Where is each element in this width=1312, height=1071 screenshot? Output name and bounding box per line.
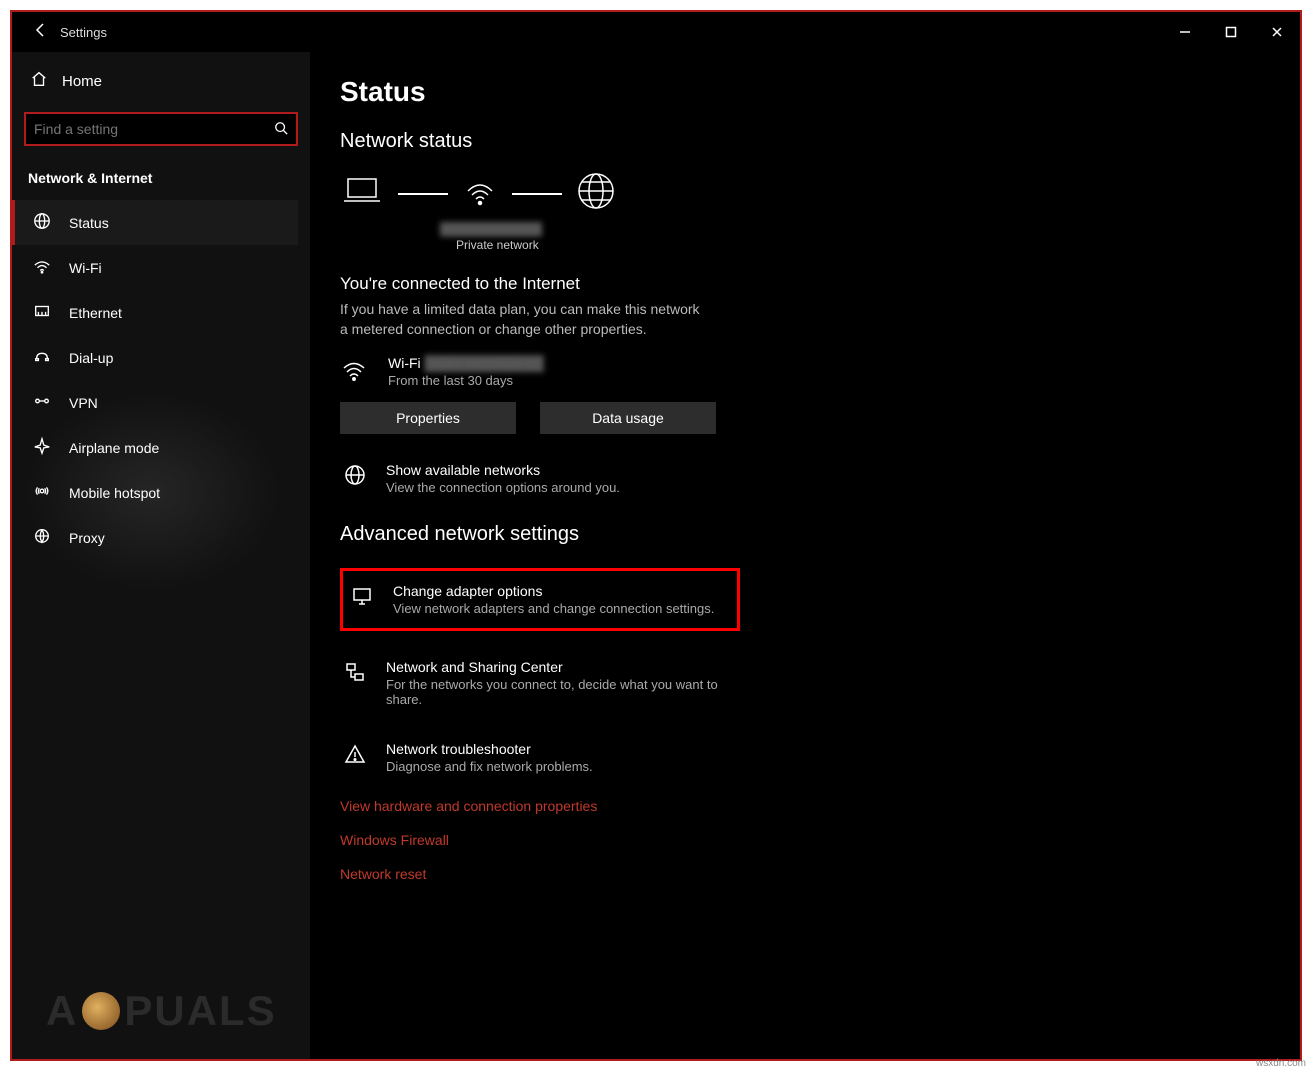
show-available-networks[interactable]: Show available networks View the connect… xyxy=(340,456,740,501)
sidebar-item-label: VPN xyxy=(69,395,98,411)
connected-heading: You're connected to the Internet xyxy=(340,274,1270,294)
diagram-connector xyxy=(398,193,448,195)
option-desc: For the networks you connect to, decide … xyxy=(386,677,736,707)
globe-icon xyxy=(33,212,51,233)
sidebar-home[interactable]: Home xyxy=(24,60,298,102)
sidebar-item-ethernet[interactable]: Ethernet xyxy=(12,290,298,335)
sidebar-item-hotspot[interactable]: Mobile hotspot xyxy=(12,470,298,515)
connected-sub: If you have a limited data plan, you can… xyxy=(340,300,700,339)
sidebar-item-label: Proxy xyxy=(69,530,105,546)
sidebar-item-wifi[interactable]: Wi-Fi xyxy=(12,245,298,290)
link-network-reset[interactable]: Network reset xyxy=(340,866,1270,882)
sidebar-item-airplane[interactable]: Airplane mode xyxy=(12,425,298,470)
main-content: Status Network status ████████████ xyxy=(310,52,1300,1059)
properties-button[interactable]: Properties xyxy=(340,402,516,434)
network-type-label: Private network xyxy=(340,238,1270,252)
option-desc: View network adapters and change connect… xyxy=(393,601,714,616)
proxy-icon xyxy=(33,527,51,548)
data-usage-button[interactable]: Data usage xyxy=(540,402,716,434)
connection-since: From the last 30 days xyxy=(388,373,544,388)
window-title: Settings xyxy=(60,25,1162,40)
airplane-icon xyxy=(33,437,51,458)
home-label: Home xyxy=(62,73,102,90)
link-hardware-properties[interactable]: View hardware and connection properties xyxy=(340,798,1270,814)
hotspot-icon xyxy=(33,482,51,503)
network-status-heading: Network status xyxy=(340,130,1270,153)
sharing-icon xyxy=(344,661,366,688)
search-box[interactable] xyxy=(24,112,298,146)
home-icon xyxy=(30,70,48,92)
option-title: Network and Sharing Center xyxy=(386,659,736,675)
minimize-button[interactable] xyxy=(1162,12,1208,52)
network-name-blurred: ████████████ xyxy=(340,222,1270,236)
change-adapter-options[interactable]: Change adapter options View network adap… xyxy=(340,568,740,631)
connection-name: Wi-Fi████████████ xyxy=(388,355,544,371)
option-desc: View the connection options around you. xyxy=(386,480,620,495)
network-sharing-center[interactable]: Network and Sharing Center For the netwo… xyxy=(340,653,740,713)
sidebar: Home Network & Internet Status xyxy=(12,52,310,1059)
option-title: Network troubleshooter xyxy=(386,741,593,757)
sidebar-item-proxy[interactable]: Proxy xyxy=(12,515,298,560)
page-title: Status xyxy=(340,76,1270,108)
maximize-button[interactable] xyxy=(1208,12,1254,52)
network-diagram xyxy=(340,171,1270,216)
diagram-connector xyxy=(512,193,562,195)
globe-icon xyxy=(576,171,616,216)
globe-icon xyxy=(344,464,366,491)
sidebar-item-label: Mobile hotspot xyxy=(69,485,160,501)
sidebar-item-label: Ethernet xyxy=(69,305,122,321)
sidebar-item-label: Dial-up xyxy=(69,350,113,366)
sidebar-item-label: Airplane mode xyxy=(69,440,159,456)
option-title: Show available networks xyxy=(386,462,620,478)
warning-icon xyxy=(344,743,366,770)
option-desc: Diagnose and fix network problems. xyxy=(386,759,593,774)
option-title: Change adapter options xyxy=(393,583,714,599)
search-icon xyxy=(274,121,288,138)
sidebar-item-label: Wi-Fi xyxy=(69,260,102,276)
close-button[interactable] xyxy=(1254,12,1300,52)
monitor-icon xyxy=(351,585,373,612)
sidebar-category: Network & Internet xyxy=(24,164,298,200)
back-button[interactable] xyxy=(20,22,60,43)
link-windows-firewall[interactable]: Windows Firewall xyxy=(340,832,1270,848)
wifi-icon xyxy=(462,173,498,214)
source-watermark: wsxdn.com xyxy=(1256,1058,1306,1069)
sidebar-item-vpn[interactable]: VPN xyxy=(12,380,298,425)
advanced-heading: Advanced network settings xyxy=(340,523,1270,546)
ethernet-icon xyxy=(33,302,51,323)
sidebar-item-dialup[interactable]: Dial-up xyxy=(12,335,298,380)
sidebar-item-label: Status xyxy=(69,215,109,231)
connection-row: Wi-Fi████████████ From the last 30 days xyxy=(340,355,1270,388)
laptop-icon xyxy=(340,173,384,214)
wifi-icon xyxy=(33,257,51,278)
network-troubleshooter[interactable]: Network troubleshooter Diagnose and fix … xyxy=(340,735,740,780)
vpn-icon xyxy=(33,392,51,413)
wifi-icon xyxy=(340,355,368,388)
search-input[interactable] xyxy=(34,121,274,137)
sidebar-item-status[interactable]: Status xyxy=(12,200,298,245)
watermark: APUALS xyxy=(46,987,277,1035)
dialup-icon xyxy=(33,347,51,368)
titlebar: Settings xyxy=(12,12,1300,52)
